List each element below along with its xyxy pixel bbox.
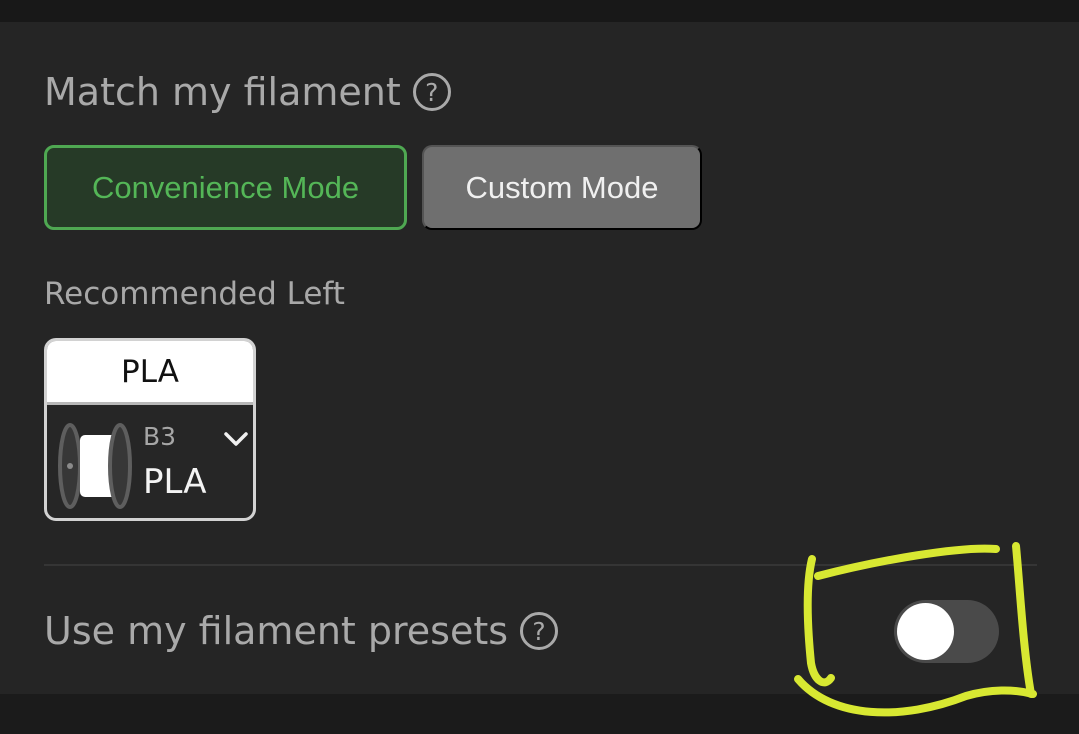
filament-type-label: PLA <box>143 462 207 502</box>
filament-presets-toggle[interactable] <box>894 600 999 663</box>
question-circle-icon[interactable]: ? <box>520 612 559 650</box>
filament-presets-label: Use my filament presets <box>44 609 509 653</box>
slot-id-label: B3 <box>143 422 177 451</box>
filament-card-header: PLA <box>47 341 253 405</box>
chevron-down-icon[interactable] <box>223 429 249 449</box>
filament-slot-card[interactable]: PLA B3 PLA <box>44 338 256 521</box>
convenience-mode-button[interactable]: Convenience Mode <box>44 145 407 230</box>
filament-spool-icon <box>58 423 132 509</box>
toggle-knob <box>897 603 954 660</box>
match-filament-title: Match my filament <box>44 70 401 114</box>
panel-bottom-edge <box>0 694 1079 734</box>
section-divider <box>44 564 1037 566</box>
question-circle-icon[interactable]: ? <box>412 73 451 111</box>
custom-mode-button[interactable]: Custom Mode <box>422 145 702 230</box>
filament-presets-row: Use my filament presets ? <box>44 604 559 658</box>
match-filament-heading: Match my filament ? <box>44 66 451 118</box>
recommended-left-label: Recommended Left <box>44 276 345 312</box>
